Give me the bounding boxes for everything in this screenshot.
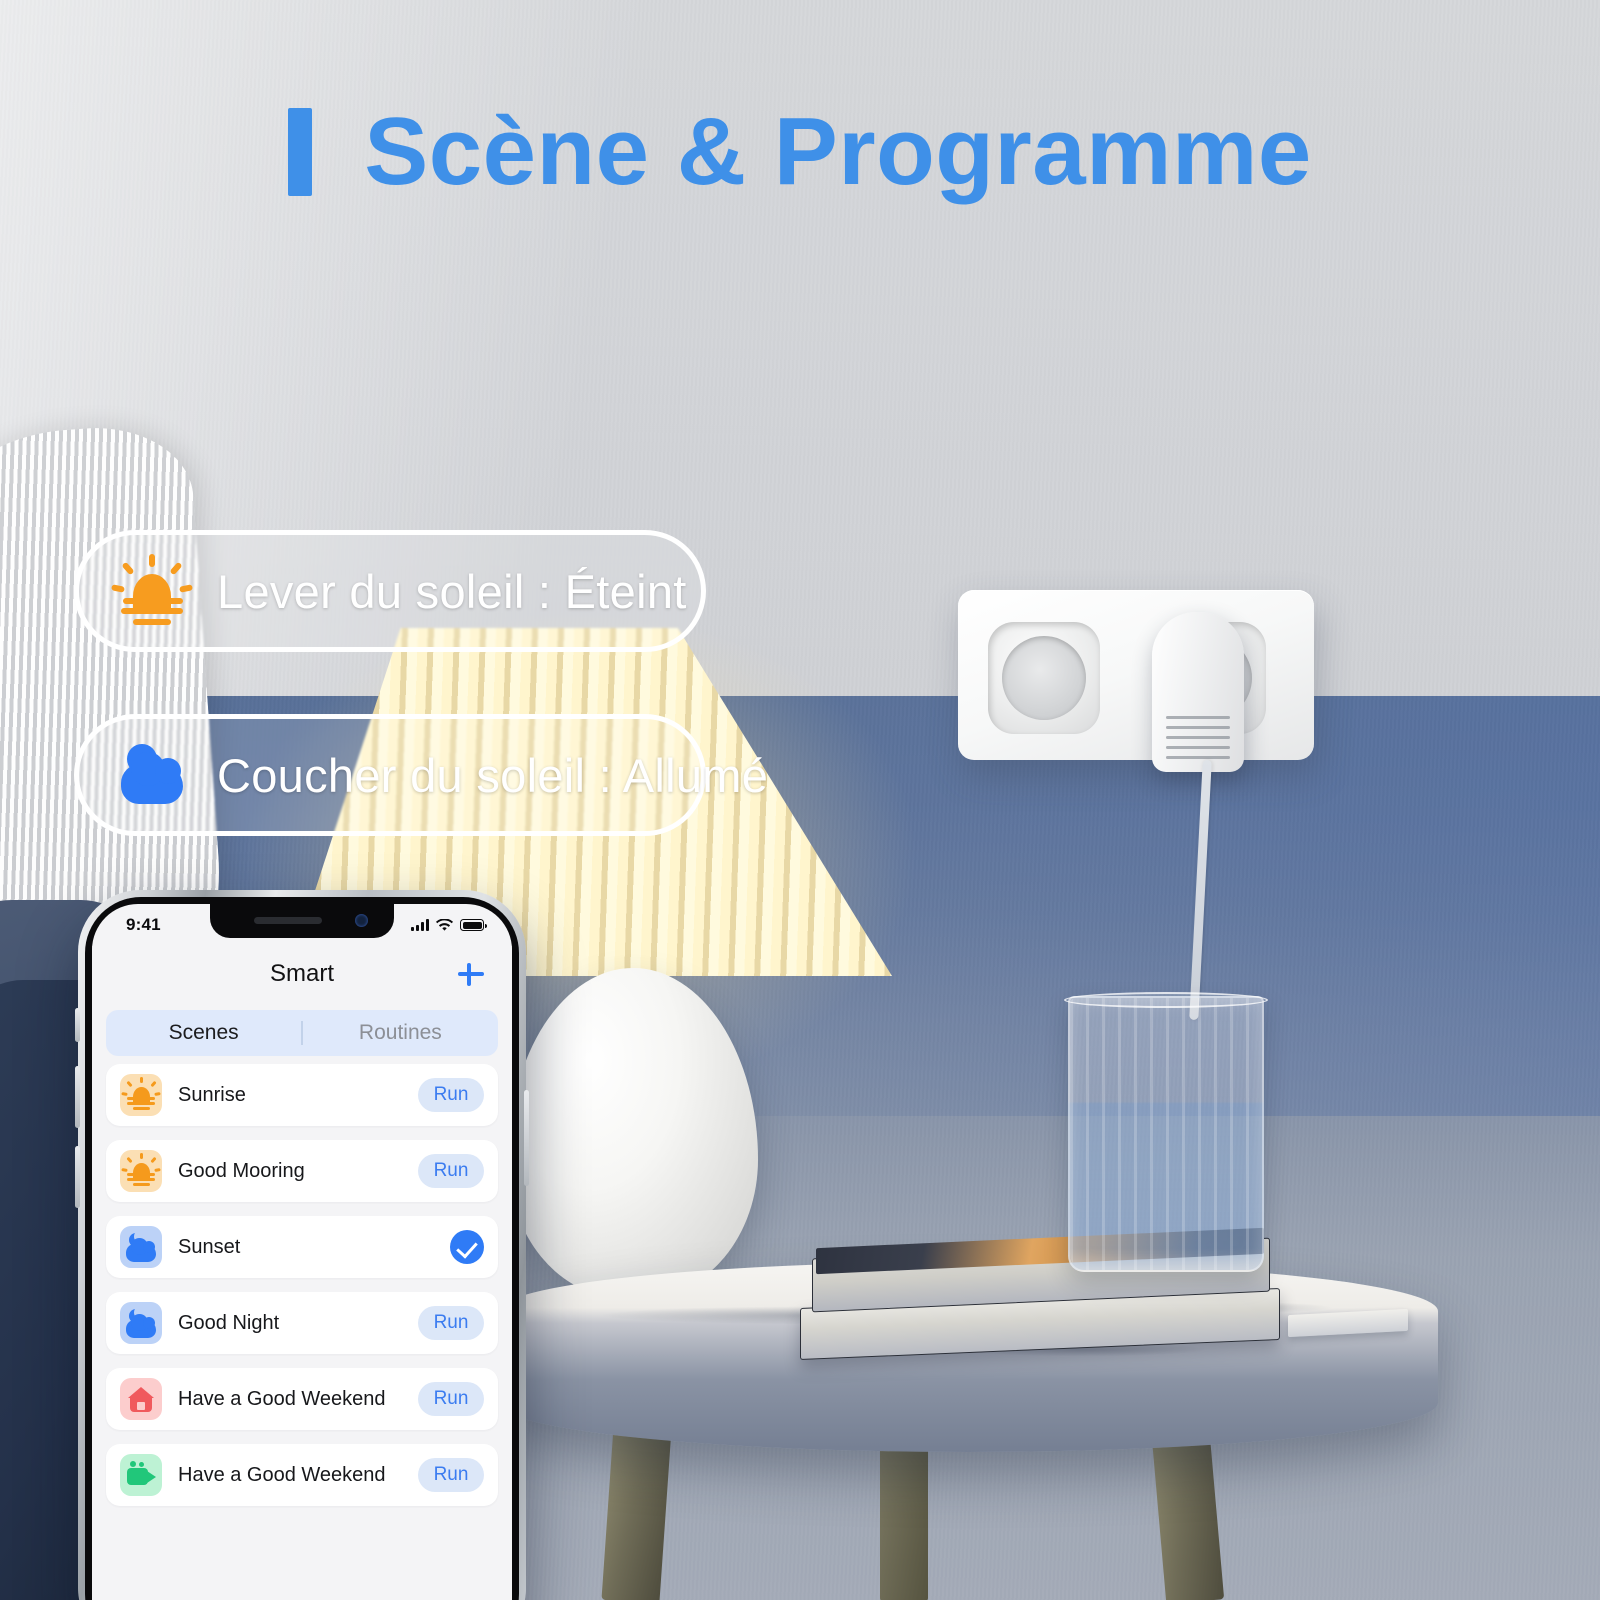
volume-up-button[interactable] (75, 1066, 80, 1128)
overlay-pill-sunset: Coucher du soleil : Allumé (74, 714, 768, 836)
scene-name: Have a Good Weekend (178, 1463, 386, 1486)
list-item[interactable]: Have a Good Weekend Run (106, 1368, 498, 1430)
scene-name: Have a Good Weekend (178, 1387, 386, 1410)
wifi-icon (436, 918, 453, 931)
run-button[interactable]: Run (418, 1306, 484, 1340)
sunrise-icon (120, 1074, 162, 1116)
cellular-signal-icon (411, 919, 429, 931)
overlay-pill-sunrise-label: Lever du soleil : Éteint (217, 564, 687, 618)
scene-active-check-icon[interactable] (450, 1230, 484, 1264)
sunrise-icon (111, 552, 193, 630)
home-icon (120, 1378, 162, 1420)
status-bar-icons (411, 918, 487, 932)
phone-screen: 9:41 Smart Scenes Routines Sunrise Run G… (92, 904, 512, 1600)
sunrise-icon (120, 1150, 162, 1192)
list-item[interactable]: Sunrise Run (106, 1064, 498, 1126)
app-title: Smart (269, 960, 334, 987)
glass-rim (1064, 992, 1268, 1008)
socket-outlet-left (988, 622, 1100, 734)
moon-cloud-icon (113, 736, 191, 814)
status-bar: 9:41 (92, 904, 512, 946)
moon-cloud-icon (120, 1302, 162, 1344)
segmented-control: Scenes Routines (106, 1010, 498, 1056)
status-bar-time: 9:41 (126, 915, 161, 934)
moon-cloud-icon (120, 1226, 162, 1268)
list-item[interactable]: Good Night Run (106, 1292, 498, 1354)
list-item[interactable]: Good Mooring Run (106, 1140, 498, 1202)
socket-inner-left (1002, 636, 1086, 720)
overlay-pill-sunset-label: Coucher du soleil : Allumé (217, 748, 769, 802)
app-nav-bar: Smart (92, 946, 512, 1002)
video-camera-icon (120, 1454, 162, 1496)
tab-scenes[interactable]: Scenes (106, 1010, 301, 1056)
volume-down-button[interactable] (75, 1146, 80, 1208)
scene-list: Sunrise Run Good Mooring Run Sunset Good… (92, 1056, 512, 1506)
list-item[interactable]: Sunset (106, 1216, 498, 1278)
wall-socket-plate (958, 590, 1314, 760)
run-button[interactable]: Run (418, 1078, 484, 1112)
power-button[interactable] (524, 1090, 529, 1186)
add-scene-button[interactable] (456, 959, 486, 989)
run-button[interactable]: Run (418, 1458, 484, 1492)
product-scene: Scène & Programme Lever du soleil : Étei… (0, 0, 1600, 1600)
page-title-text: Scène & Programme (364, 98, 1312, 205)
run-button[interactable]: Run (418, 1154, 484, 1188)
scene-name: Good Night (178, 1311, 280, 1334)
overlay-pill-sunrise: Lever du soleil : Éteint (74, 530, 706, 652)
mute-switch[interactable] (75, 1008, 80, 1042)
page-title: Scène & Programme (0, 104, 1600, 200)
run-button[interactable]: Run (418, 1382, 484, 1416)
phone-mockup: 9:41 Smart Scenes Routines Sunrise Run G… (75, 890, 529, 1600)
scene-name: Good Mooring (178, 1159, 305, 1182)
tab-routines[interactable]: Routines (303, 1010, 498, 1056)
water-glass (1068, 996, 1264, 1272)
battery-full-icon (460, 919, 487, 931)
scene-name: Sunrise (178, 1083, 246, 1106)
scene-name: Sunset (178, 1235, 241, 1258)
title-accent-bar (288, 108, 313, 196)
glass-ribs (1070, 998, 1262, 1270)
list-item[interactable]: Have a Good Weekend Run (106, 1444, 498, 1506)
smart-plug (1152, 612, 1244, 772)
